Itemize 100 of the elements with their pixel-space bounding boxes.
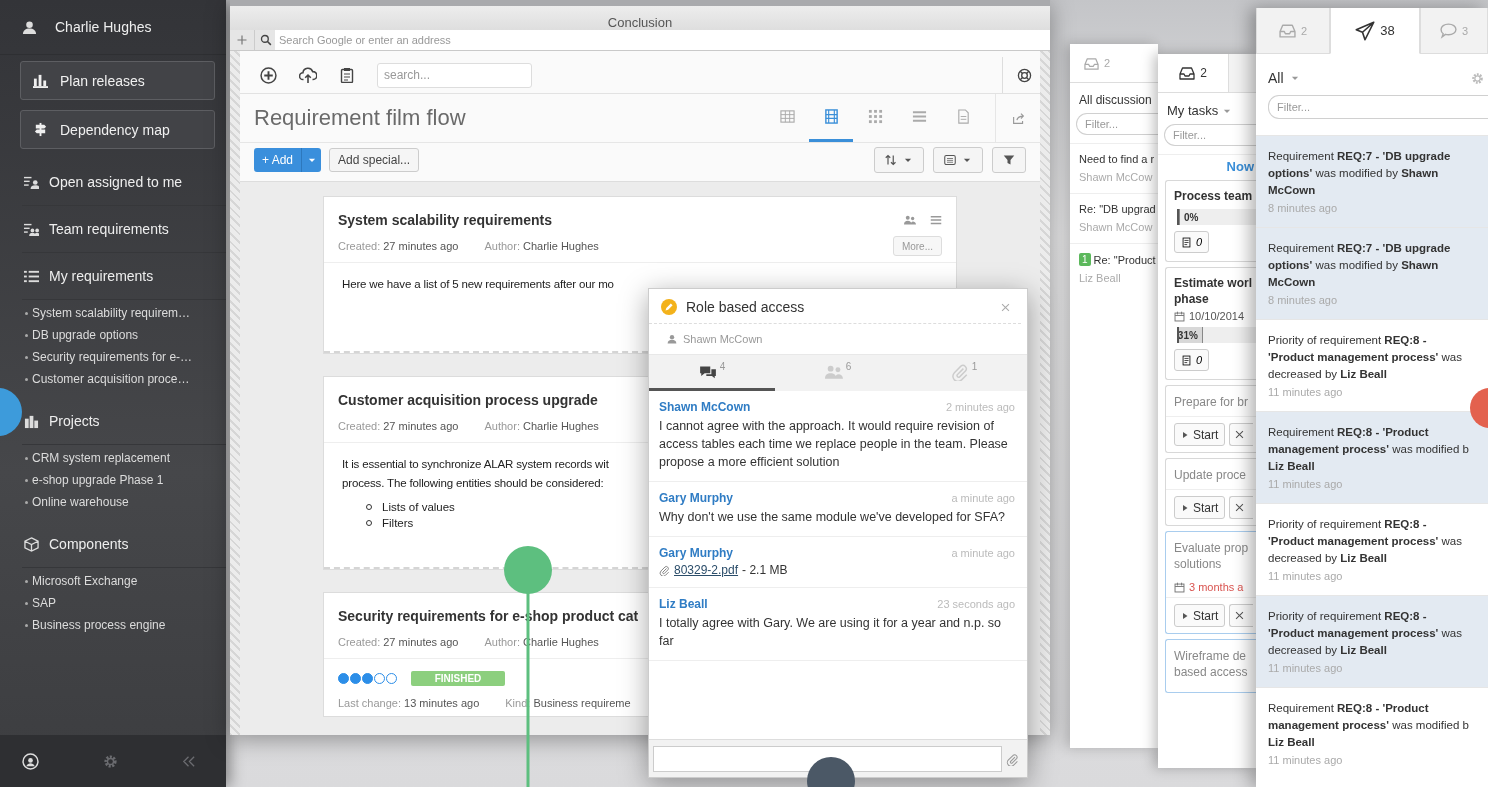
comment-author[interactable]: Liz Beall [659,597,708,611]
dismiss-button[interactable] [1229,423,1254,446]
notification-item[interactable]: Priority of requirement REQ:8 - 'Product management process' was decreased by Liz Beall 11 minutes ago [1256,595,1488,687]
paperclip-icon[interactable] [1006,752,1019,766]
task-card[interactable]: Process team 0% 0 [1165,180,1256,262]
document-icon [955,109,971,124]
grid-icon [867,109,883,124]
add-icon[interactable] [260,66,277,84]
nav-link[interactable]: CRM system replacement [24,447,226,469]
task-card[interactable]: Evaluate prop solutions 3 months a Start [1165,531,1256,634]
nav-section[interactable]: Projects [22,398,226,445]
panel-title[interactable]: My tasks [1167,103,1219,118]
people-icon[interactable] [904,214,916,226]
table-icon [779,109,795,124]
nav-link[interactable]: DB upgrade options [24,324,226,346]
pencil-icon [661,299,677,315]
user-name[interactable]: Charlie Hughes [55,19,152,35]
close-icon[interactable] [1000,301,1011,313]
notes-button[interactable]: 0 [1174,349,1210,371]
nav-link[interactable]: Business process engine [24,614,226,636]
start-button[interactable]: Start [1174,496,1226,519]
plus-icon[interactable] [236,34,248,46]
scope-dropdown[interactable]: All [1268,70,1284,86]
notification-item[interactable]: Requirement REQ:7 - 'DB upgrade options' was modified by Shawn McCown 8 minutes ago [1256,227,1488,319]
inbox-tab[interactable]: 2 [1158,54,1229,92]
notification-item[interactable]: Requirement REQ:7 - 'DB upgrade options' was modified by Shawn McCown 8 minutes ago [1256,135,1488,227]
nav-link[interactable]: Customer acquisition proce… [24,368,226,390]
start-button[interactable]: Start [1174,423,1226,446]
dismiss-button[interactable] [1229,604,1254,627]
notification-item[interactable]: Requirement REQ:8 - 'Product management process' was modified b Liz Beall 11 minutes ago [1256,411,1488,503]
add-dropdown-button[interactable] [301,148,322,172]
nav-link[interactable]: e-shop upgrade Phase 1 [24,469,226,491]
settings-icon[interactable] [1471,71,1484,85]
sort-button[interactable] [874,147,924,173]
notification-text: Requirement REQ:8 - 'Product management process' was modified b Liz Beall [1268,425,1470,474]
address-field[interactable]: Search Google or enter an address [275,30,1050,50]
user-list-icon [24,174,39,190]
paperclip-icon [659,564,670,576]
nav-section[interactable]: Open assigned to me [22,159,226,206]
rating-dot [350,673,361,684]
display-button[interactable] [933,147,983,173]
lifebuoy-icon[interactable] [1017,67,1032,83]
discussion-title[interactable]: Re: "Product [1093,253,1156,266]
search-icon [260,34,272,46]
card-title[interactable]: System scalability requirements [338,212,552,228]
task-card[interactable]: Update proce Start [1165,458,1256,526]
discussion-author: Shawn McCow [1079,171,1154,183]
nav-button[interactable]: Plan releases [20,61,215,100]
file-link[interactable]: 80329-2.pdf [674,563,739,577]
close-icon [1234,429,1246,440]
nav-section[interactable]: Components [22,521,226,568]
notes-button[interactable]: 0 [1174,231,1210,253]
sort-icon [885,154,897,166]
notification-item[interactable]: Requirement REQ:8 - 'Product management process' was modified b Liz Beall 11 minutes ago [1256,687,1488,779]
panel-tab[interactable]: 38 [1330,8,1420,54]
clipboard-icon[interactable] [339,67,355,83]
nav-link[interactable]: SAP [24,592,226,614]
comment-author[interactable]: Shawn McCown [659,400,751,414]
nav-link[interactable]: System scalability requirem… [24,302,226,324]
nav-section[interactable]: My requirements [22,253,226,300]
search-field[interactable]: search... [377,62,532,88]
add-special-button[interactable]: Add special... [329,148,420,172]
filter-field[interactable]: Filter... [1268,95,1488,119]
filter-button[interactable] [992,147,1026,173]
filter-field[interactable]: Filter... [1164,124,1256,146]
tab[interactable] [1229,54,1256,92]
user-icon [667,334,677,344]
page-title: Requirement film flow [254,105,466,131]
tab-count: 4 [719,361,726,372]
progress-value: 0% [1183,211,1200,223]
nav-link[interactable]: Security requirements for e-… [24,346,226,368]
task-card[interactable]: Prepare for br Start [1165,385,1256,453]
film-strip-icon [823,109,839,124]
nav-link[interactable]: Online warehouse [24,491,226,513]
notification-time: 11 minutes ago [1268,386,1344,398]
rating-dot [386,673,397,684]
comment-input[interactable] [653,746,1002,772]
user-circle-icon[interactable] [22,752,39,770]
settings-icon[interactable] [102,753,118,769]
share-icon[interactable] [1011,111,1025,125]
discussion-title[interactable]: Re: "DB upgrad [1079,203,1156,215]
start-button[interactable]: Start [1174,604,1226,627]
nav-button[interactable]: Dependency map [20,110,215,149]
filter-field[interactable]: Filter... [1076,113,1158,135]
dismiss-button[interactable] [1229,496,1254,519]
menu-icon[interactable] [930,214,942,226]
card-title[interactable]: Customer acquisition process upgrade [338,392,598,408]
cloud-upload-icon[interactable] [299,66,317,84]
team-list-icon [24,221,39,237]
task-title: Update proce [1174,467,1248,484]
nav-link[interactable]: Microsoft Exchange [24,570,226,592]
task-title: Process team [1174,188,1254,204]
notification-text: Priority of requirement REQ:8 - 'Product management process' was decreased by Liz Beall [1268,609,1463,658]
notification-text: Requirement REQ:8 - 'Product management process' was modified b Liz Beall [1268,701,1470,750]
nav-section[interactable]: Team requirements [22,206,226,253]
comment-author[interactable]: Gary Murphy [659,491,733,505]
meta-text: Created: 27 minutes ago [338,240,459,252]
section-title: Components [49,536,129,552]
comment-author[interactable]: Gary Murphy [659,546,733,560]
discussion-title[interactable]: Need to find a r [1079,153,1155,165]
